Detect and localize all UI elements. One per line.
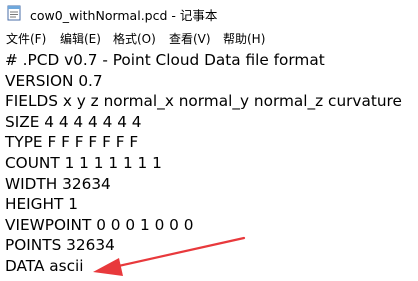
title-bar: cow0_withNormal.pcd - 记事本 [0,0,418,26]
text-line: WIDTH 32634 [5,174,111,193]
menu-bar: 文件(F) 编辑(E) 格式(O) 查看(V) 帮助(H) [0,26,418,49]
text-line: VIEWPOINT 0 0 0 1 0 0 0 [5,215,194,234]
menu-format[interactable]: 格式(O) [113,30,156,47]
menu-edit[interactable]: 编辑(E) [60,30,101,47]
text-line-data-ascii: DATA ascii [5,257,84,275]
text-line: TYPE F F F F F F F [5,133,139,152]
text-line: # .PCD v0.7 - Point Cloud Data file form… [5,51,325,69]
notepad-icon [7,5,21,21]
text-line: VERSION 0.7 [5,71,103,90]
text-line: HEIGHT 1 [5,195,78,214]
window-title: cow0_withNormal.pcd - 记事本 [30,8,218,23]
text-line: SIZE 4 4 4 4 4 4 4 [5,112,142,131]
text-line: POINTS 32634 [5,236,115,255]
text-line: COUNT 1 1 1 1 1 1 1 [5,154,162,172]
menu-file[interactable]: 文件(F) [6,30,46,47]
text-editor-area[interactable]: # .PCD v0.7 - Point Cloud Data file form… [0,48,418,281]
text-line: FIELDS x y z normal_x normal_y normal_z … [5,92,402,111]
menu-help[interactable]: 帮助(H) [223,30,265,47]
menu-view[interactable]: 查看(V) [169,30,211,47]
